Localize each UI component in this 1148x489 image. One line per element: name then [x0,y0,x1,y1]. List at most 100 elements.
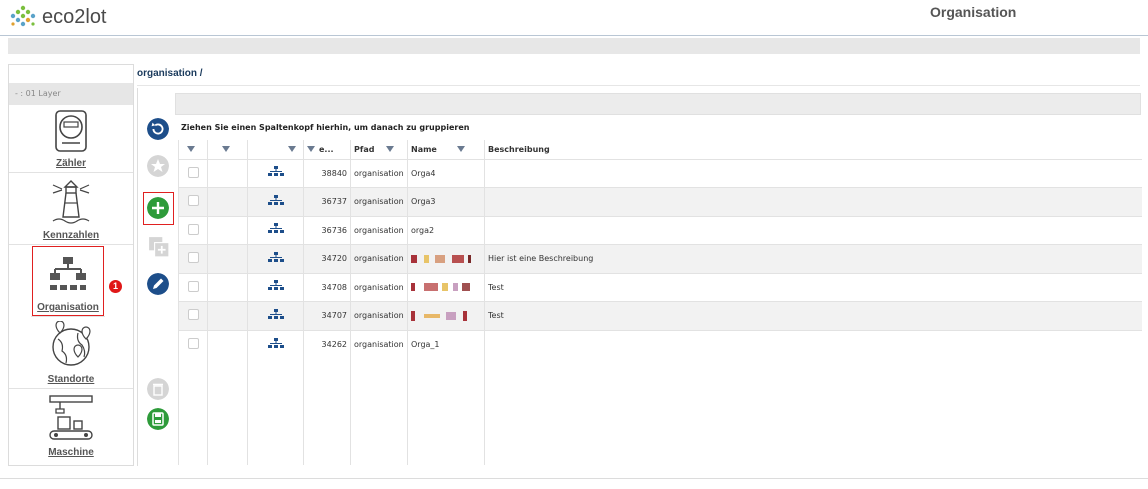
redacted-block [435,254,446,263]
favorite-button[interactable] [147,155,169,177]
table-row[interactable]: 38840 organisation Orga4 [178,158,1142,188]
refresh-button[interactable] [147,118,169,140]
cell-beschreibung: Test [484,301,1142,330]
column-header-3[interactable] [247,140,304,159]
cell-name: Orga_1 [407,329,485,359]
sidebar-item-label: Standorte [47,374,95,385]
redacted-block [411,254,417,263]
cell-id: 34262 [303,329,351,359]
column-header-select[interactable] [178,140,208,159]
cell-pfad: organisation [350,244,408,273]
cell-beschreibung [484,215,1142,245]
cell-pfad: organisation [350,187,408,216]
sidebar-item-label: Maschine [48,447,94,458]
redacted-block [452,283,458,292]
column-header-2[interactable] [207,140,248,159]
layer-selector[interactable]: - : 01 Layer [9,83,133,105]
group-by-hint: Ziehen Sie einen Spaltenkopf hierhin, um… [181,123,470,132]
grid-toolbar [175,93,1141,115]
sidebar-item-label: Organisation [37,302,99,313]
app-logo[interactable]: eco2lot [8,4,107,30]
cell-id: 36736 [303,215,351,245]
filter-icon[interactable] [386,146,395,153]
divider [137,85,1140,86]
org-node-icon[interactable] [267,337,284,350]
filter-icon[interactable] [187,146,195,153]
column-header-id[interactable]: e... [303,140,351,159]
row-checkbox[interactable] [187,195,199,207]
sidebar-item-label: Zähler [55,158,86,169]
sidebar-item-kennzahlen[interactable]: Kennzahlen [9,173,133,245]
copy-add-button[interactable] [148,236,170,258]
table-row[interactable]: 34262 organisation Orga_1 [178,329,1142,359]
cell-pfad: organisation [350,158,408,188]
org-node-icon[interactable] [267,251,284,264]
edit-button[interactable] [147,273,169,295]
page-title: Organisation [930,4,1017,20]
cell-pfad: organisation [350,215,408,245]
cell-pfad: organisation [350,272,408,302]
table-row[interactable]: 34707 organisation Test [178,301,1142,330]
app-name: eco2lot [42,5,107,28]
sidebar-item-maschine[interactable]: Maschine [9,389,133,461]
sidebar-item-zaehler[interactable]: Zähler [9,105,133,173]
row-checkbox[interactable] [187,309,199,321]
row-checkbox[interactable] [187,338,199,349]
cell-pfad: organisation [350,301,408,330]
org-chart-icon [50,257,86,290]
sidebar-item-label: Kennzahlen [42,230,100,241]
redacted-block [411,283,415,292]
grid-header-row: e... Pfad Name Beschreibung [178,140,1142,159]
table-row[interactable]: 34720 organisation Hier ist eine Beschre… [178,244,1142,273]
sidebar-item-standorte[interactable]: Standorte [9,317,133,389]
column-header-pfad[interactable]: Pfad [350,140,408,159]
filter-icon[interactable] [456,146,465,153]
annotation-badge-1: 1 [109,280,122,293]
row-checkbox[interactable] [187,166,199,178]
redacted-block [423,313,440,318]
app-header: eco2lot Organisation [0,0,1148,36]
redacted-block [462,310,467,321]
cell-id: 36737 [303,187,351,216]
org-node-icon[interactable] [267,308,284,321]
cell-beschreibung [484,158,1142,188]
save-button[interactable] [147,408,169,430]
filter-icon[interactable] [307,146,315,153]
globe-location-icon [52,321,91,366]
cell-name: Orga3 [407,187,485,216]
org-node-icon[interactable] [267,280,284,292]
table-row[interactable]: 36736 organisation orga2 [178,215,1142,245]
column-header-beschreibung[interactable]: Beschreibung [484,140,1142,159]
add-button[interactable] [147,197,169,219]
cell-name: Orga4 [407,158,485,188]
row-checkbox[interactable] [187,280,199,292]
row-checkbox[interactable] [187,223,199,235]
eco2lot-logo-icon [10,5,36,27]
cell-beschreibung [484,187,1142,216]
table-row[interactable]: 36737 organisation Orga3 [178,187,1142,216]
redacted-block [468,254,472,263]
redacted-block [423,254,429,263]
sidebar-item-organisation[interactable]: Organisation [31,245,105,317]
redacted-block [411,310,415,321]
cell-name-redacted [407,244,485,273]
redacted-block [423,283,438,292]
filter-icon[interactable] [288,146,296,153]
delete-button[interactable] [147,378,169,400]
table-row[interactable]: 34708 organisation Test [178,272,1142,302]
filter-icon[interactable] [221,146,230,153]
cell-pfad: organisation [350,329,408,359]
org-node-icon[interactable] [267,223,284,235]
org-node-icon[interactable] [267,194,284,207]
lighthouse-icon [52,180,90,224]
org-node-icon[interactable] [267,166,284,178]
cell-beschreibung: Hier ist eine Beschreibung [484,244,1142,273]
row-checkbox[interactable] [187,252,199,264]
machine-icon [49,395,93,440]
cell-beschreibung: Test [484,272,1142,302]
cell-name-redacted [407,272,485,302]
table-filler-row [178,358,1142,465]
cell-name-redacted [407,301,485,330]
cell-id: 34707 [303,301,351,330]
column-header-name[interactable]: Name [407,140,485,159]
